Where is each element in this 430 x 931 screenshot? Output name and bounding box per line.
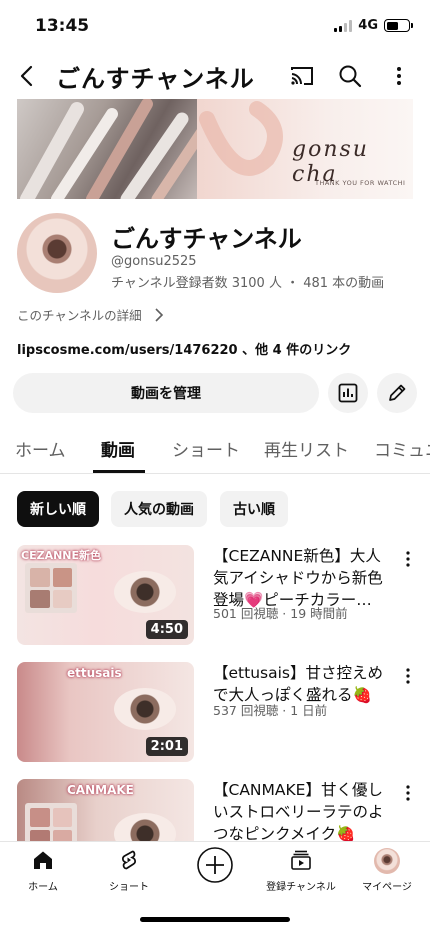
battery-icon — [384, 19, 413, 32]
channel-handle: @gonsu2525 — [111, 254, 197, 269]
edit-channel-button[interactable] — [377, 373, 417, 413]
video-more-icon[interactable] — [398, 783, 418, 803]
nav-subscriptions-label: 登録チャンネル — [266, 882, 336, 893]
tab-community[interactable]: コミュニ — [374, 436, 430, 461]
video-duration: 4:50 — [145, 620, 188, 639]
video-item[interactable]: CEZANNE新色 4:50 【CEZANNE新色】大人気アイシャドウから新色登… — [17, 545, 430, 645]
nav-mypage[interactable]: マイページ — [344, 848, 430, 893]
video-title[interactable]: 【CANMAKE】甘く優しいストロベリーラテのよつなピンクメイク🍓 — [213, 779, 393, 845]
tab-videos[interactable]: 動画 — [101, 436, 135, 461]
video-title[interactable]: 【CEZANNE新色】大人気アイシャドウから新色登場💗ピーチカラー… — [213, 545, 393, 611]
nav-home-label: ホーム — [28, 882, 58, 893]
status-indicators: 4G — [334, 18, 413, 33]
network-type: 4G — [358, 18, 378, 33]
chip-newest[interactable]: 新しい順 — [17, 491, 99, 527]
more-vert-icon[interactable] — [385, 62, 413, 90]
palette-image — [25, 563, 77, 613]
nav-shorts-label: ショート — [109, 882, 149, 893]
tab-home[interactable]: ホーム — [15, 436, 66, 461]
nav-mypage-label: マイページ — [362, 882, 412, 893]
video-meta: 537 回視聴 · 1 日前 — [213, 703, 328, 718]
create-plus-icon — [197, 847, 233, 883]
shorts-icon — [122, 850, 136, 870]
video-duration: 2:01 — [145, 737, 188, 756]
thumbnail-caption: CEZANNE新色 — [21, 549, 102, 562]
channel-name: ごんすチャンネル — [111, 225, 302, 253]
thumbnail-caption: ettusais — [67, 666, 122, 680]
analytics-icon — [338, 383, 358, 403]
tab-playlists[interactable]: 再生リスト — [264, 436, 349, 461]
manage-videos-button[interactable]: 動画を管理 — [13, 373, 319, 413]
search-icon[interactable] — [336, 62, 364, 90]
chip-oldest[interactable]: 古い順 — [220, 491, 288, 527]
eye-closeup-image — [114, 571, 176, 613]
top-app-bar: ごんすチャンネル — [0, 54, 430, 98]
banner-tagline: THANK YOU FOR WATCHI — [315, 179, 406, 187]
signal-icon — [334, 19, 353, 32]
channel-external-link[interactable]: lipscosme.com/users/1476220 、他 4 件のリンク — [17, 339, 351, 358]
home-indicator — [140, 917, 290, 922]
video-meta: 501 回視聴 · 19 時間前 — [213, 606, 348, 621]
video-thumbnail[interactable]: CEZANNE新色 4:50 — [17, 545, 194, 645]
tab-shorts[interactable]: ショート — [172, 436, 240, 461]
thumbnail-caption: CANMAKE — [67, 783, 134, 797]
nav-home[interactable]: ホーム — [0, 848, 86, 893]
nav-create[interactable] — [172, 846, 258, 884]
video-more-icon[interactable] — [398, 549, 418, 569]
subscriptions-icon — [291, 850, 311, 870]
chevron-right-icon — [155, 307, 163, 322]
status-bar: 13:45 4G — [0, 0, 430, 54]
video-item[interactable]: ettusais 2:01 【ettusais】甘さ控えめで大人っぽく盛れる🍓 … — [17, 662, 430, 762]
channel-stats: チャンネル登録者数 3100 人 ・ 481 本の動画 — [111, 276, 385, 291]
channel-banner: gonsu cha THANK YOU FOR WATCHI — [17, 99, 413, 199]
home-icon — [34, 851, 52, 869]
cast-icon[interactable] — [288, 62, 316, 90]
video-more-icon[interactable] — [398, 666, 418, 686]
channel-tabs: ホーム 動画 ショート 再生リスト コミュニ — [0, 426, 430, 474]
back-arrow-icon[interactable] — [14, 62, 42, 90]
eye-closeup-image — [114, 688, 176, 730]
banner-brushes-image — [17, 99, 217, 199]
analytics-button[interactable] — [328, 373, 368, 413]
channel-details-link[interactable]: このチャンネルの詳細 — [17, 305, 164, 324]
chip-popular[interactable]: 人気の動画 — [111, 491, 207, 527]
video-thumbnail[interactable]: ettusais 2:01 — [17, 662, 194, 762]
pencil-icon — [389, 384, 406, 401]
channel-avatar[interactable] — [17, 213, 97, 293]
nav-subscriptions[interactable]: 登録チャンネル — [258, 848, 344, 893]
active-tab-indicator — [93, 470, 145, 473]
channel-details-label: このチャンネルの詳細 — [17, 308, 142, 323]
avatar — [374, 848, 400, 874]
page-title: ごんすチャンネル — [56, 65, 255, 93]
nav-shorts[interactable]: ショート — [86, 848, 172, 893]
status-time: 13:45 — [35, 16, 90, 36]
